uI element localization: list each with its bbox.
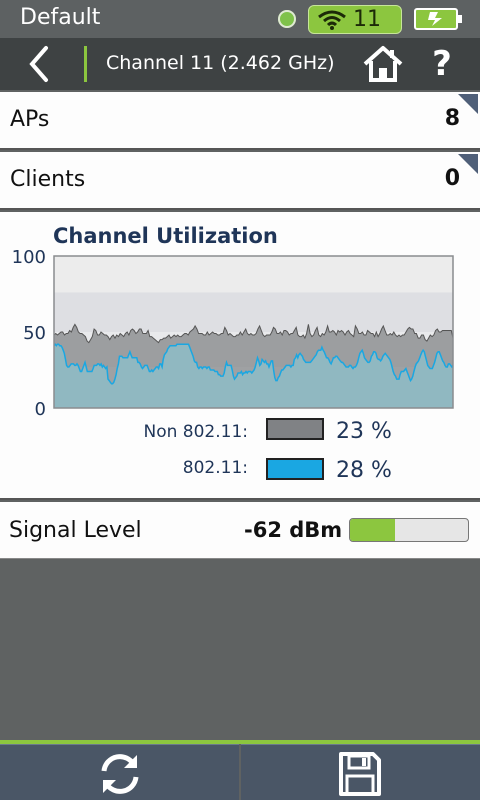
status-bar: Default 11 [0, 0, 480, 38]
wifi-channel-number: 11 [353, 7, 381, 32]
chart-band-0 [54, 256, 453, 293]
clients-row[interactable]: Clients 0 [0, 152, 480, 210]
refresh-button[interactable] [0, 744, 239, 800]
legend-swatch-80211 [266, 458, 324, 480]
drilldown-corner-icon [458, 94, 478, 114]
wifi-channel-badge[interactable]: 11 [308, 5, 402, 34]
profile-name: Default [20, 5, 101, 30]
chevron-left-icon [29, 46, 48, 82]
help-icon: ? [432, 44, 452, 84]
aps-label: APs [10, 107, 50, 132]
y-tick-label: 0 [35, 399, 46, 420]
signal-meter-fill [350, 519, 395, 541]
channel-utilization-panel: Channel Utilization 100 50 0 Non 802.11: 2… [0, 212, 480, 500]
status-indicator-icon [278, 10, 296, 28]
clients-label: Clients [10, 167, 86, 192]
drilldown-corner-icon [458, 154, 478, 174]
y-tick-label: 50 [23, 323, 46, 344]
utilization-chart: 100 50 0 [12, 247, 454, 420]
page-title: Channel 11 (2.462 GHz) [106, 52, 335, 74]
signal-value: -62 dBm [244, 518, 343, 542]
battery-icon [414, 8, 462, 30]
help-button[interactable]: ? [426, 42, 458, 86]
home-icon [363, 46, 403, 82]
wifi-icon [318, 10, 346, 30]
home-button[interactable] [362, 44, 404, 84]
signal-meter [349, 518, 469, 542]
legend-value-80211: 28 % [336, 458, 392, 483]
refresh-icon [101, 754, 139, 794]
save-button[interactable] [241, 744, 480, 800]
save-icon [339, 752, 381, 796]
aps-row[interactable]: APs 8 [0, 92, 480, 150]
back-button[interactable] [18, 44, 62, 84]
nav-bar: Channel 11 (2.462 GHz) ? [0, 38, 480, 90]
legend-label-non80211: Non 802.11: [143, 422, 248, 442]
y-tick-label: 100 [12, 247, 46, 268]
signal-level-row: Signal Level -62 dBm [0, 502, 480, 559]
legend-label-80211: 802.11: [182, 458, 248, 478]
legend-value-non80211: 23 % [336, 419, 392, 444]
charging-icon [428, 12, 442, 26]
nav-divider [84, 46, 87, 82]
chart-band-1 [54, 292, 453, 332]
signal-label: Signal Level [9, 518, 142, 543]
legend-swatch-non80211 [266, 418, 324, 440]
